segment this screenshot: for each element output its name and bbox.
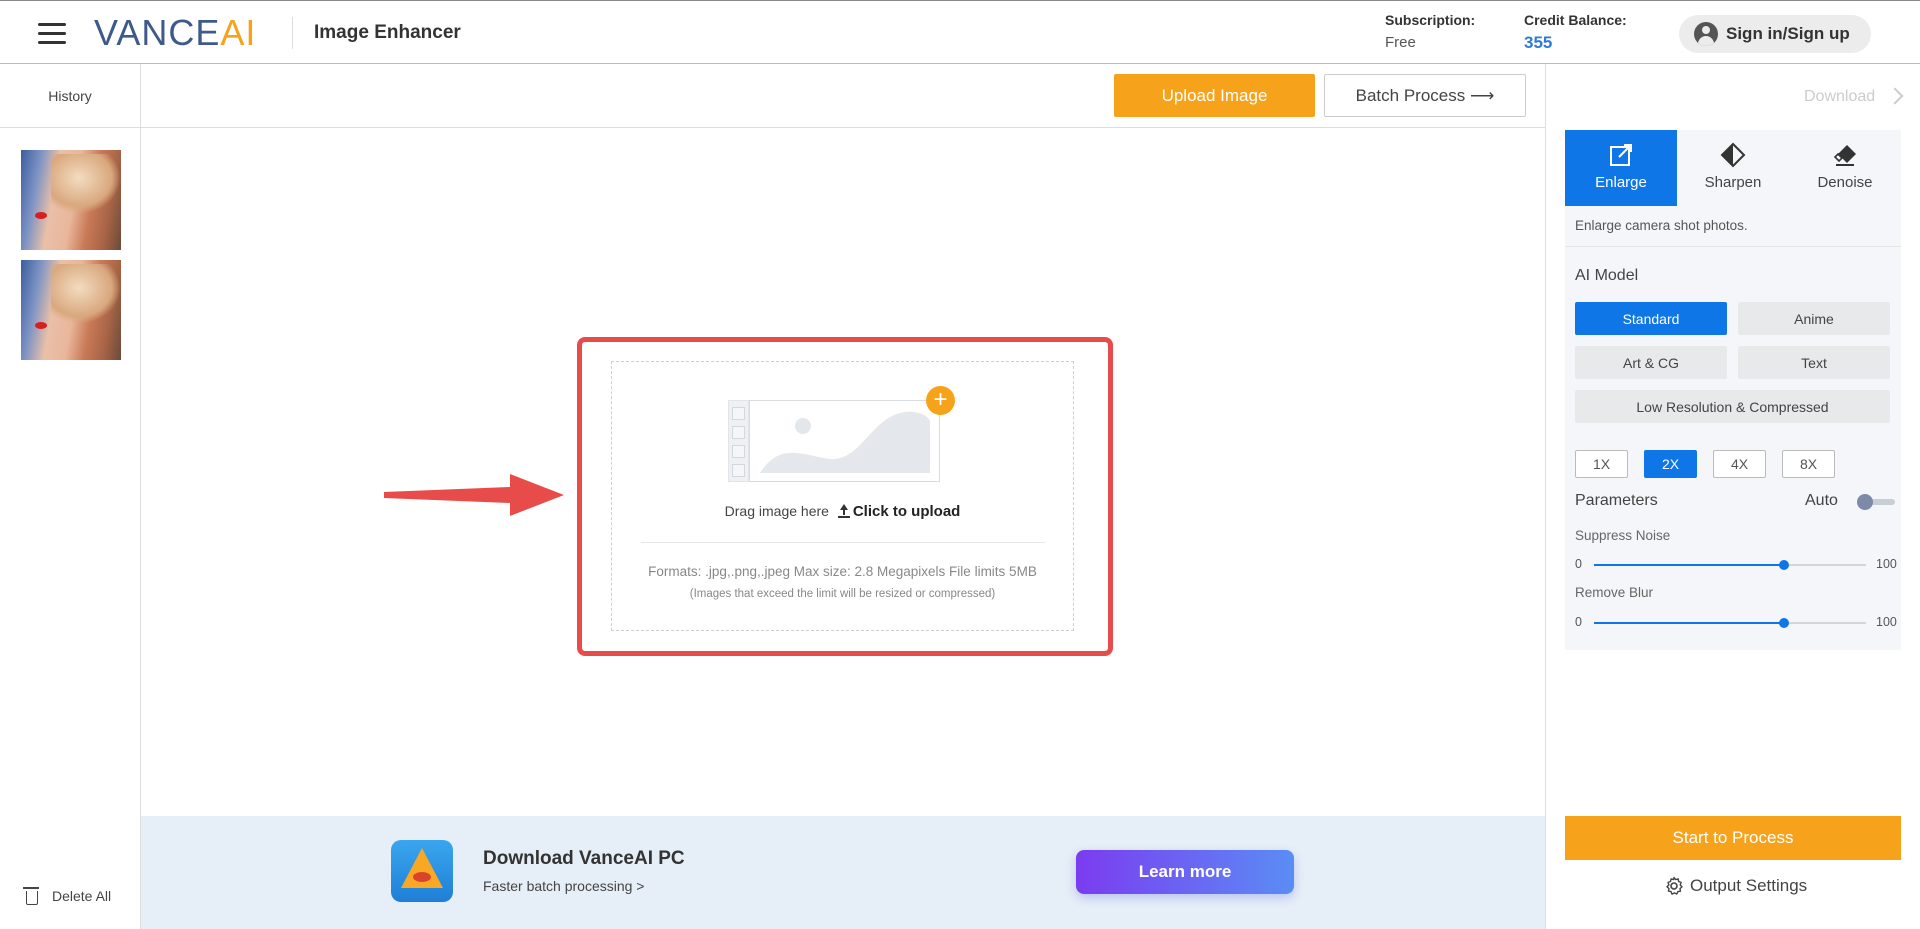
auto-label: Auto: [1805, 492, 1838, 509]
promo-subtitle-link[interactable]: Faster batch processing >: [483, 878, 644, 894]
header-divider: [292, 17, 293, 49]
remove-blur-fill: [1594, 622, 1785, 624]
remove-blur-handle[interactable]: [1779, 618, 1790, 628]
add-icon: +: [926, 386, 955, 415]
sharpen-icon: [1720, 142, 1746, 168]
chevron-right-icon: [1886, 87, 1904, 105]
credit-balance-label: Credit Balance:: [1524, 12, 1627, 28]
batch-process-button[interactable]: Batch Process ⟶: [1324, 74, 1526, 117]
scale-4x-button[interactable]: 4X: [1713, 450, 1766, 478]
app-title: Image Enhancer: [314, 22, 461, 43]
model-standard-button[interactable]: Standard: [1575, 302, 1727, 335]
user-avatar-icon: [1694, 22, 1718, 46]
settings-panel: Download Enlarge Sharpen Denoise Enlarge…: [1545, 64, 1920, 929]
suppress-noise-label: Suppress Noise: [1575, 528, 1671, 543]
suppress-noise-handle[interactable]: [1779, 560, 1790, 570]
output-settings-label: Output Settings: [1690, 876, 1808, 895]
delete-all-button[interactable]: Delete All: [23, 887, 112, 905]
menu-icon[interactable]: [38, 21, 66, 45]
upload-dropzone[interactable]: + Drag image here Click to upload Format…: [611, 361, 1074, 631]
signin-button[interactable]: Sign in/Sign up: [1679, 15, 1871, 53]
scale-1x-button[interactable]: 1X: [1575, 450, 1628, 478]
delete-all-label: Delete All: [52, 888, 112, 904]
promo-title: Download VanceAI PC: [483, 848, 685, 869]
eraser-icon: [1833, 145, 1856, 166]
click-to-upload-link[interactable]: Click to upload: [853, 503, 961, 520]
promo-banner: Download VanceAI PC Faster batch process…: [141, 816, 1545, 929]
vanceai-logo[interactable]: VANCEAI: [94, 13, 256, 53]
remove-blur-slider[interactable]: [1594, 618, 1866, 628]
scale-2x-button[interactable]: 2X: [1644, 450, 1697, 478]
remove-blur-label: Remove Blur: [1575, 585, 1654, 600]
top-header: VANCEAI Image Enhancer Subscription: Fre…: [0, 0, 1920, 64]
credit-balance-value: 355: [1524, 33, 1553, 52]
tab-denoise[interactable]: Denoise: [1789, 130, 1901, 206]
tool-description: Enlarge camera shot photos.: [1575, 218, 1748, 233]
scale-8x-button[interactable]: 8X: [1782, 450, 1835, 478]
tool-tabs: Enlarge Sharpen Denoise: [1565, 130, 1901, 206]
description-divider: [1565, 246, 1901, 247]
main-toolbar: Upload Image Batch Process ⟶: [141, 64, 1545, 128]
history-sidebar: History Delete All: [0, 64, 141, 929]
model-text-button[interactable]: Text: [1738, 346, 1890, 379]
subscription-value: Free: [1385, 34, 1416, 51]
limit-note: (Images that exceed the limit will be re…: [689, 588, 996, 600]
model-anime-button[interactable]: Anime: [1738, 302, 1890, 335]
auto-toggle[interactable]: [1857, 494, 1895, 510]
upload-icon: [837, 504, 851, 518]
subscription-label: Subscription:: [1385, 12, 1476, 28]
suppress-noise-slider[interactable]: [1594, 560, 1866, 570]
trash-icon: [23, 887, 39, 905]
drag-upload-text: Drag image here Click to upload: [724, 503, 961, 520]
remove-blur-min: 0: [1575, 615, 1582, 629]
image-placeholder-icon: +: [728, 386, 955, 482]
formats-text: Formats: .jpg,.png,.jpeg Max size: 2.8 M…: [648, 564, 1037, 579]
history-title: History: [0, 64, 140, 128]
vanceai-pc-logo: [391, 840, 453, 902]
dropzone-divider: [641, 542, 1045, 543]
gear-icon: [1666, 876, 1683, 895]
tools-box: Enlarge Sharpen Denoise Enlarge camera s…: [1565, 130, 1901, 650]
signin-label: Sign in/Sign up: [1726, 24, 1850, 43]
download-link[interactable]: Download: [1804, 88, 1875, 106]
learn-more-button[interactable]: Learn more: [1076, 850, 1294, 894]
red-arrow-annotation: [384, 474, 564, 516]
ai-model-label: AI Model: [1575, 267, 1639, 284]
tab-sharpen[interactable]: Sharpen: [1677, 130, 1789, 206]
model-art-cg-button[interactable]: Art & CG: [1575, 346, 1727, 379]
output-settings-button[interactable]: Output Settings: [1664, 876, 1807, 896]
start-process-button[interactable]: Start to Process: [1565, 816, 1901, 860]
suppress-noise-fill: [1594, 564, 1785, 566]
enlarge-icon: [1610, 144, 1632, 166]
history-thumbnail[interactable]: [21, 260, 121, 360]
upload-image-button[interactable]: Upload Image: [1114, 74, 1315, 117]
parameters-label: Parameters: [1575, 492, 1658, 509]
remove-blur-max: 100: [1876, 615, 1897, 629]
model-low-res-button[interactable]: Low Resolution & Compressed: [1575, 390, 1890, 423]
tab-enlarge[interactable]: Enlarge: [1565, 130, 1677, 206]
suppress-noise-min: 0: [1575, 557, 1582, 571]
history-thumbnail[interactable]: [21, 150, 121, 250]
suppress-noise-max: 100: [1876, 557, 1897, 571]
